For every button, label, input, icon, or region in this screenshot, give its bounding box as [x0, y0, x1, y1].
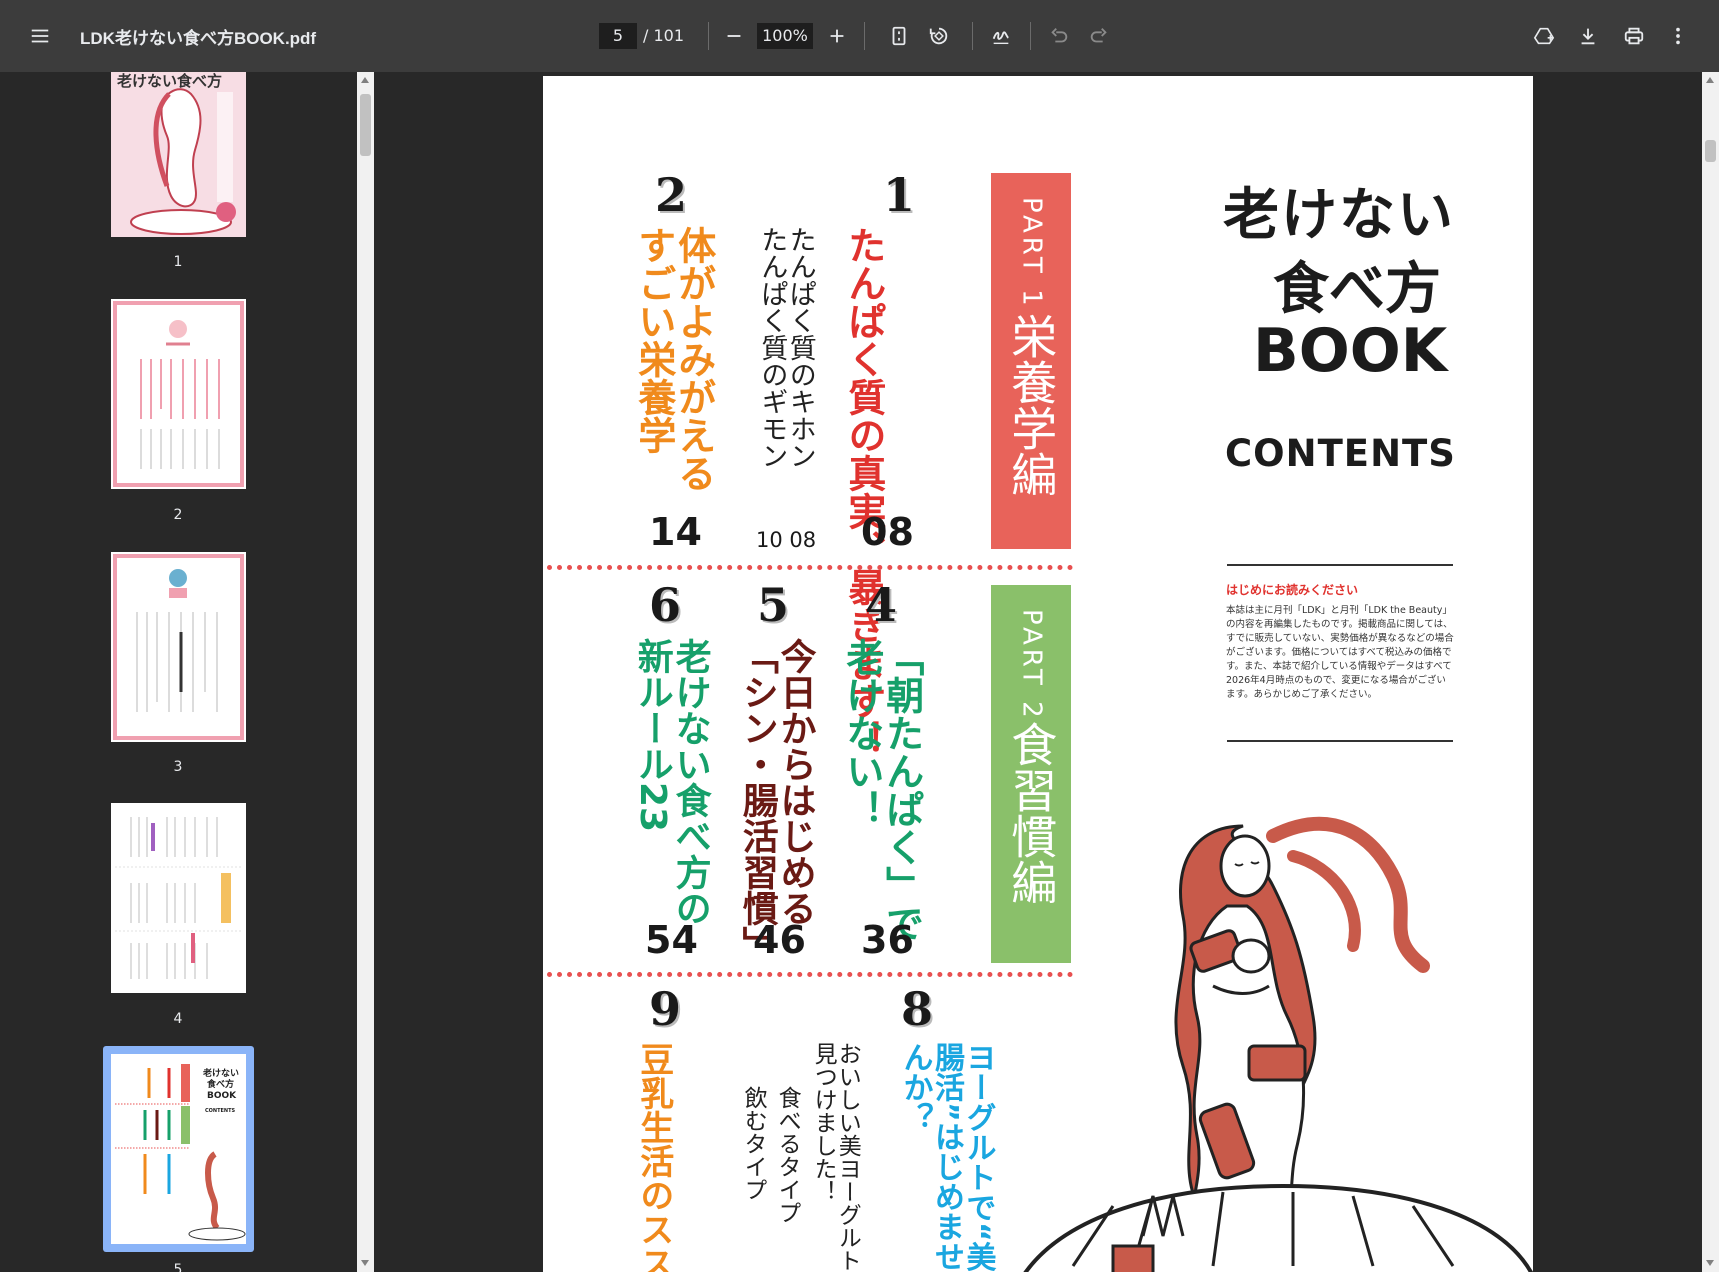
book-title-line-1: 老けない [1223, 183, 1455, 248]
cover-illustration: 老けない食べ方 [111, 72, 246, 235]
chapter-title-text: 体がよみがえるすごい栄養学 [631, 226, 716, 492]
chapter-title-text: ヨーグルトで“美腸活”はじめませんか？ [897, 1042, 996, 1272]
chapter-title: 豆乳生活のスス [633, 1042, 674, 1272]
scroll-down-icon[interactable] [361, 1260, 369, 1266]
page-thumbnail-content: 老けない 食べ方 BOOK CONTENTS [115, 1064, 246, 1241]
page-number-input[interactable]: 5 [599, 23, 637, 49]
chapter-title: ヨーグルトで“美腸活”はじめませんか？ [897, 1042, 996, 1272]
svg-text:老けない: 老けない [202, 1067, 239, 1079]
thumbnail-label: 1 [173, 254, 183, 270]
subtitle-3: 飲むタイプ [740, 1086, 767, 1201]
svg-text:BOOK: BOOK [207, 1091, 237, 1101]
chapter-number: 4 [865, 578, 898, 632]
thumbnail-label: 3 [173, 759, 183, 775]
svg-text:CONTENTS: CONTENTS [205, 1108, 236, 1114]
page-number: 36 [861, 918, 914, 962]
chapter-title: 老けない食べ方の新ルール23 [631, 638, 711, 958]
chapter-title: 今日からはじめる「シン・腸活習慣」 [737, 638, 816, 962]
toolbar-divider [864, 22, 865, 50]
subtitle-1: おいしい美ヨーグルト見つけました！ [810, 1042, 861, 1272]
part1-bar: PART 1 栄養学編 [991, 173, 1071, 549]
sidebar-scrollbar[interactable] [357, 72, 374, 1272]
chapter-title: 体がよみがえるすごい栄養学 [631, 226, 716, 526]
toolbar-divider [1030, 22, 1031, 50]
pdf-toolbar: LDK老けない食べ方BOOK.pdf 5 / 101 100% [0, 0, 1719, 72]
page-thumbnail-5[interactable]: 老けない 食べ方 BOOK CONTENTS [111, 1054, 246, 1244]
menu-icon[interactable] [22, 18, 58, 54]
notice-top-rule [1227, 564, 1453, 566]
more-icon[interactable] [1660, 18, 1696, 54]
annotate-icon[interactable] [983, 18, 1019, 54]
zoom-in-icon[interactable] [819, 18, 855, 54]
page-thumbnail-3[interactable] [111, 552, 246, 742]
chapter-subtitles: たんぱく質のキホン たんぱく質のギモン [756, 226, 816, 546]
chapter-number: 6 [649, 578, 682, 632]
zoom-level-input[interactable]: 100% [757, 23, 813, 49]
page-thumbnail-2[interactable] [111, 299, 246, 489]
contents-heading: CONTENTS [1225, 432, 1456, 475]
toolbar-divider [708, 22, 709, 50]
thumbnail-label: 5 [173, 1262, 183, 1272]
download-icon[interactable] [1570, 18, 1606, 54]
notice-title: はじめにお読みください [1226, 583, 1359, 597]
chapter-number: 2 [655, 168, 688, 222]
subtitle-2: 食べるタイプ [774, 1086, 801, 1224]
book-title-line-3: BOOK [1253, 316, 1448, 386]
thumbnail-label: 4 [173, 1011, 183, 1027]
page-total: / 101 [643, 26, 685, 45]
chapter-title-text: 老けない食べ方の新ルール23 [631, 638, 711, 926]
chapter-subtitles: おいしい美ヨーグルト見つけました！ [810, 1042, 861, 1272]
chapter-number: 1 [883, 168, 916, 222]
print-icon[interactable] [1616, 18, 1652, 54]
page-number: 10 08 [756, 528, 817, 552]
page-number: 46 [753, 918, 806, 962]
undo-icon[interactable] [1041, 18, 1077, 54]
notice-body: 本誌は主に月刊「LDK」と月刊「LDK the Beauty」の内容を再編集した… [1226, 605, 1454, 700]
scroll-up-icon[interactable] [361, 77, 369, 83]
pdf-page: 老けない 食べ方 BOOK CONTENTS はじめにお読みください 本誌は主に… [543, 76, 1533, 1272]
toolbar-divider [972, 22, 973, 50]
page-thumbnail-4[interactable] [111, 803, 246, 993]
document-title: LDK老けない食べ方BOOK.pdf [80, 29, 317, 48]
subtitle-2: たんぱく質のギモン [756, 226, 788, 469]
document-scrollbar[interactable] [1702, 72, 1719, 1272]
chapter-title-text: 今日からはじめる「シン・腸活習慣」 [736, 638, 816, 962]
part2-label: PART 2 [1016, 609, 1047, 722]
chapter-number: 5 [757, 578, 790, 632]
page-thumbnail-content [113, 301, 244, 487]
section-divider [547, 972, 1073, 977]
chapter-number: 8 [901, 982, 934, 1036]
scroll-down-icon[interactable] [1706, 1260, 1714, 1266]
page-thumbnail-1[interactable]: 老けない食べ方 [111, 72, 246, 237]
thumbnail-label: 2 [173, 507, 183, 523]
section-divider [547, 565, 1073, 570]
part1-label: PART 1 [1016, 197, 1047, 310]
page-thumbnail-content [113, 554, 244, 740]
document-scroll-thumb[interactable] [1705, 140, 1716, 162]
sidebar-scroll-thumb[interactable] [360, 94, 371, 156]
zoom-out-icon[interactable] [716, 18, 752, 54]
scroll-up-icon[interactable] [1706, 77, 1714, 83]
page-number: 08 [861, 510, 914, 554]
page-thumbnail-content [115, 817, 242, 979]
chapter-title: 「朝たんぱく」で老けない！ [839, 638, 924, 958]
chapter-number: 9 [649, 982, 682, 1036]
page-number: 54 [645, 918, 698, 962]
svg-text:老けない食べ方: 老けない食べ方 [116, 72, 222, 90]
page-number: 14 [649, 510, 702, 554]
redo-icon[interactable] [1081, 18, 1117, 54]
notice-bottom-rule [1227, 740, 1453, 742]
thumbnail-sidebar: 老けない食べ方 1 2 3 4 老けない 食べ方 BOOK CONTENTS 5 [0, 72, 357, 1272]
venus-illustration [1023, 816, 1533, 1272]
book-title-line-2: 食べ方 [1273, 257, 1441, 322]
svg-text:食べ方: 食べ方 [206, 1078, 234, 1090]
subtitle-1: たんぱく質のキホン [784, 226, 816, 469]
chapter-title-text: 「朝たんぱく」で老けない！ [839, 638, 924, 942]
drive-icon[interactable] [1526, 18, 1562, 54]
rotate-icon[interactable] [921, 18, 957, 54]
fit-page-icon[interactable] [881, 18, 917, 54]
chapter-title-text: 豆乳生活のスス [633, 1042, 674, 1272]
part1-title: 栄養学編 [1004, 313, 1059, 497]
